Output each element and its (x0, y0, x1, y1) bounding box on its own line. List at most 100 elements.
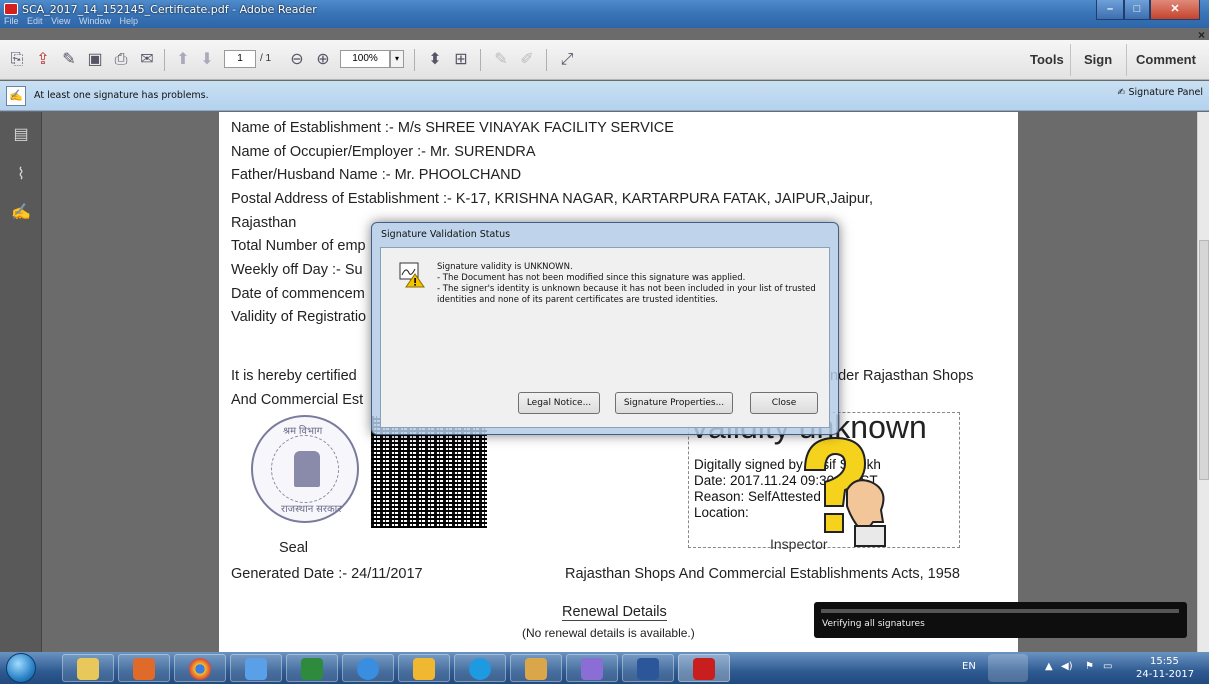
taskbar-word[interactable] (622, 654, 674, 682)
doc-certified-left: It is hereby certified (231, 368, 357, 384)
zoom-out-icon[interactable]: ⊖ (286, 49, 308, 71)
tools-icon (525, 658, 547, 680)
doc-line-state: Rajasthan (231, 215, 297, 231)
doc-line-establishment: Name of Establishment :- M/s SHREE VINAY… (231, 120, 674, 136)
taskbar-app7[interactable] (398, 654, 450, 682)
internet-explorer-icon (357, 658, 379, 680)
verification-progress-bar (821, 609, 1179, 613)
seal-label: Seal (279, 540, 309, 556)
close-dialog-button[interactable]: Close (750, 392, 818, 414)
title-bar: SCA_2017_14_152145_Certificate.pdf - Ado… (0, 0, 1209, 28)
save-icon[interactable]: ▣ (84, 49, 106, 71)
previous-page-icon[interactable]: ⬆ (172, 49, 194, 71)
dialog-title: Signature Validation Status (381, 229, 511, 240)
vertical-scrollbar[interactable] (1197, 112, 1209, 652)
menu-help[interactable]: Help (119, 16, 138, 26)
zoom-select[interactable]: 100% (340, 50, 390, 68)
comment-icon[interactable]: ✎ (490, 49, 512, 71)
dialog-line-status: Signature validity is UNKNOWN. (437, 262, 573, 272)
excel-icon (301, 658, 323, 680)
seal-text-top: श्रम विभाग (283, 426, 323, 437)
taskbar-adobe-reader[interactable] (678, 654, 730, 682)
verifying-text: Verifying all signatures (822, 619, 925, 629)
notification-message: At least one signature has problems. (34, 90, 209, 101)
doc-line-commencement: Date of commencem (231, 286, 365, 302)
legal-notice-button[interactable]: Legal Notice... (518, 392, 600, 414)
clock-date[interactable]: 24-11-2017 (1136, 669, 1194, 680)
maximize-button[interactable]: □ (1124, 0, 1150, 20)
menu-view[interactable]: View (51, 16, 70, 26)
signature-warning-icon: ✍ (6, 86, 26, 106)
menu-bar: File Edit View Window Help (4, 16, 144, 26)
zoom-dropdown-icon[interactable]: ▾ (390, 50, 404, 68)
fit-width-icon[interactable]: ⊞ (450, 49, 472, 71)
start-button[interactable] (6, 653, 36, 683)
page-number-input[interactable]: 1 (224, 50, 256, 68)
dialog-line-unmodified: - The Document has not been modified sin… (437, 273, 746, 283)
signature-validation-dialog: Signature Validation Status Signature va… (371, 222, 839, 435)
scrollbar-thumb[interactable] (1199, 240, 1209, 480)
doc-commercial: And Commercial Est (231, 392, 364, 408)
highlight-icon[interactable]: ✐ (516, 49, 538, 71)
taskbar-app4[interactable] (230, 654, 282, 682)
show-hidden-icons[interactable]: ▲ (1045, 661, 1053, 672)
taskbar-skype[interactable] (454, 654, 506, 682)
verifying-toast: Verifying all signatures (814, 602, 1187, 638)
taskbar-excel[interactable] (286, 654, 338, 682)
taskbar-outlook[interactable] (118, 654, 170, 682)
volume-icon[interactable]: ◀) (1061, 661, 1073, 672)
signature-location-text: Location: (694, 505, 749, 520)
taskbar-app9[interactable] (510, 654, 562, 682)
chrome-icon (189, 658, 211, 680)
signature-panel-label: Signature Panel (1128, 87, 1203, 98)
action-center-icon[interactable]: ⚑ (1085, 661, 1094, 672)
attachments-icon[interactable]: ⌇ (11, 164, 31, 184)
doc-line-weekly-off: Weekly off Day :- Su (231, 262, 363, 278)
taskbar-chrome[interactable] (174, 654, 226, 682)
pages-icon[interactable]: ▤ (11, 124, 31, 144)
minimize-button[interactable]: – (1096, 0, 1124, 20)
word-icon (637, 658, 659, 680)
fit-page-icon[interactable]: ⬍ (424, 49, 446, 71)
language-indicator[interactable]: EN (962, 661, 976, 672)
clock-time[interactable]: 15:55 (1150, 656, 1179, 667)
infinity-icon (581, 658, 603, 680)
signatures-icon[interactable]: ✍ (11, 202, 31, 222)
taskbar-ie[interactable] (342, 654, 394, 682)
sign-tab[interactable]: Sign (1084, 52, 1112, 67)
edit-icon[interactable]: ✎ (58, 49, 80, 71)
signature-notification-bar: ✍ At least one signature has problems. ✍… (0, 81, 1209, 111)
signature-panel-button[interactable]: ✍ Signature Panel (1118, 87, 1203, 98)
taskbar: EN ▲ ◀) ⚑ ▭ 15:55 24-11-2017 (0, 652, 1209, 684)
next-page-icon[interactable]: ⬇ (196, 49, 218, 71)
taskbar-explorer[interactable] (62, 654, 114, 682)
menu-file[interactable]: File (4, 16, 19, 26)
email-icon[interactable]: ✉ (136, 49, 158, 71)
menu-edit[interactable]: Edit (27, 16, 43, 26)
act-name: Rajasthan Shops And Commercial Establish… (565, 566, 960, 582)
unknown-validity-icon (803, 436, 886, 547)
adobe-reader-icon (693, 658, 715, 680)
print-icon[interactable]: ⎙ (110, 49, 132, 71)
taskbar-app10[interactable] (566, 654, 618, 682)
tools-tab[interactable]: Tools (1030, 52, 1064, 67)
doc-line-validity: Validity of Registratio (231, 309, 367, 325)
emblem-icon (294, 451, 320, 487)
convert-pdf-icon[interactable]: ⇪ (32, 49, 54, 71)
toolbar: ⎘ ⇪ ✎ ▣ ⎙ ✉ ⬆ ⬇ 1 / 1 ⊖ ⊕ 100% ▾ ⬍ ⊞ ✎ ✐… (0, 40, 1209, 80)
doc-line-employees: Total Number of emp (231, 238, 366, 254)
full-screen-icon[interactable]: ⤢ (556, 49, 578, 71)
zoom-in-icon[interactable]: ⊕ (312, 49, 334, 71)
menu-window[interactable]: Window (79, 16, 111, 26)
comment-tab[interactable]: Comment (1136, 52, 1196, 67)
tray-app-icon[interactable] (988, 654, 1028, 682)
seal-text-bottom: राजस्थान सरकार (281, 504, 342, 515)
doc-line-occupier: Name of Occupier/Employer :- Mr. SURENDR… (231, 144, 536, 160)
navigation-pane: ▤ ⌇ ✍ (0, 112, 42, 652)
signature-properties-button[interactable]: Signature Properties... (615, 392, 733, 414)
create-icon[interactable]: ⎘ (6, 49, 28, 71)
doc-line-address: Postal Address of Establishment :- K-17,… (231, 191, 873, 207)
folders-icon (413, 658, 435, 680)
network-icon[interactable]: ▭ (1103, 661, 1112, 672)
close-window-button[interactable]: ✕ (1150, 0, 1200, 20)
